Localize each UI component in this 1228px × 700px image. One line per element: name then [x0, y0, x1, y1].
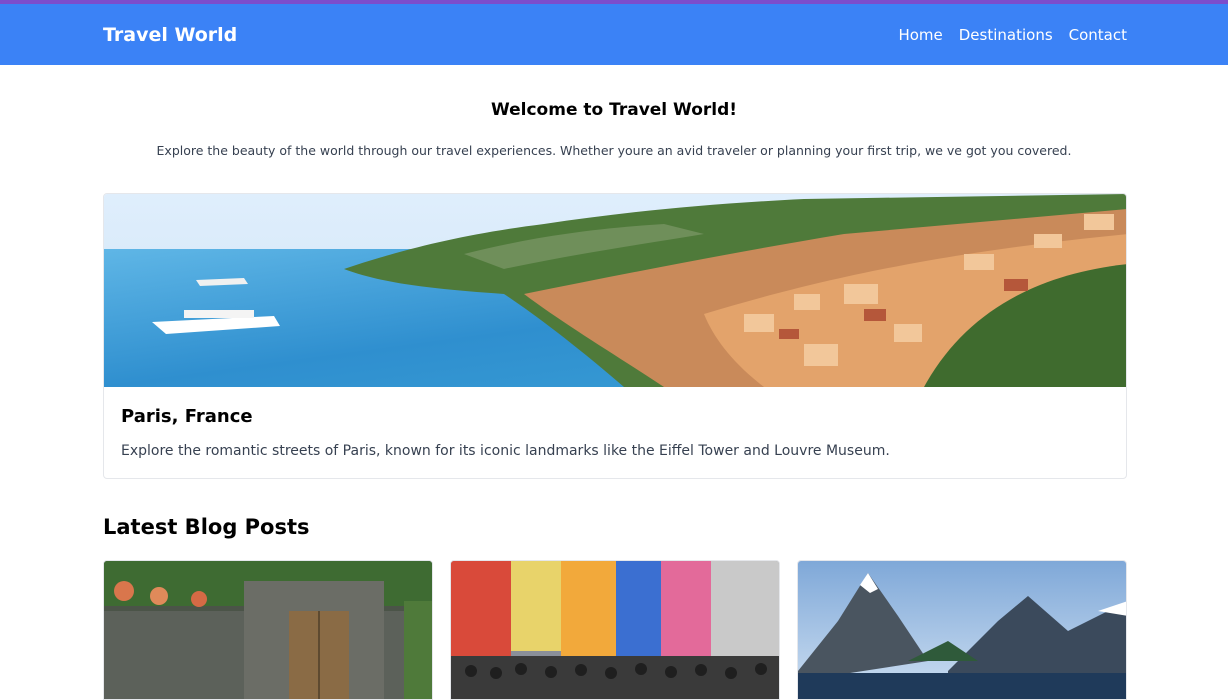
- blog-card-image-city-street: [451, 561, 779, 699]
- featured-description: Explore the romantic streets of Paris, k…: [121, 443, 890, 459]
- navbar: Travel World Home Destinations Contact: [0, 4, 1228, 65]
- welcome-text: Explore the beauty of the world through …: [156, 143, 1072, 158]
- blog-card-3[interactable]: [797, 560, 1127, 700]
- featured-destination-card[interactable]: Paris, France Explore the romantic stree…: [103, 193, 1127, 479]
- featured-title: Paris, France: [121, 406, 253, 427]
- brand-logo[interactable]: Travel World: [103, 24, 237, 46]
- nav-link-home[interactable]: Home: [898, 26, 942, 44]
- blog-card-image-temple: [104, 561, 432, 699]
- blog-section-heading: Latest Blog Posts: [103, 515, 310, 539]
- blog-card-image-mountains: [798, 561, 1126, 699]
- blog-card-1[interactable]: [103, 560, 433, 700]
- nav-links: Home Destinations Contact: [898, 26, 1127, 44]
- blog-card-2[interactable]: [450, 560, 780, 700]
- welcome-title: Welcome to Travel World!: [490, 100, 738, 120]
- featured-coastal-image: [104, 194, 1126, 387]
- nav-link-destinations[interactable]: Destinations: [959, 26, 1053, 44]
- nav-link-contact[interactable]: Contact: [1069, 26, 1127, 44]
